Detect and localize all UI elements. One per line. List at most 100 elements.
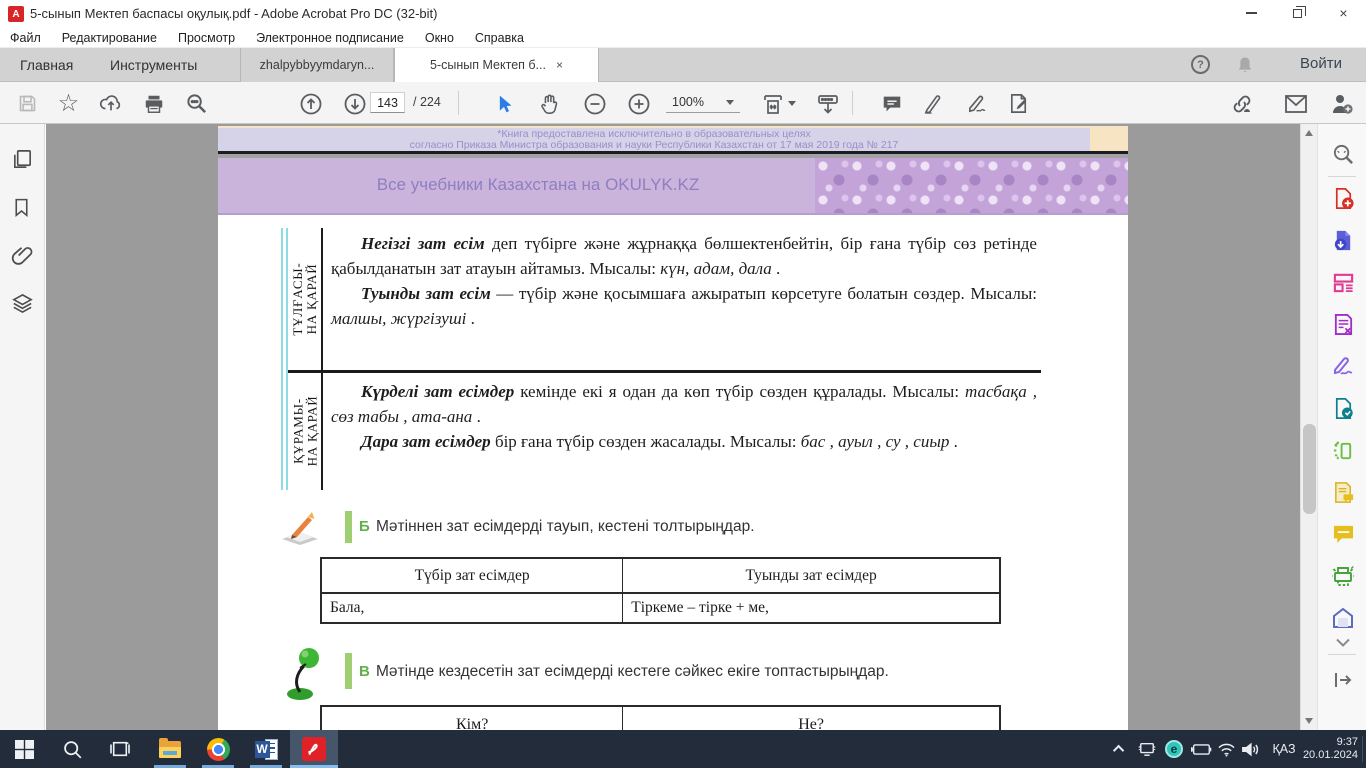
- stamp-edit-icon[interactable]: [1006, 90, 1033, 117]
- page-fit-dropdown-icon[interactable]: [758, 90, 798, 117]
- table-horizontal-rule: [288, 370, 1041, 373]
- scroll-up-arrow[interactable]: [1305, 130, 1313, 136]
- print-icon[interactable]: [140, 90, 167, 117]
- share-person-icon[interactable]: [1328, 90, 1355, 117]
- site-banner-text: Все учебники Казахстана на OKULYK.KZ: [376, 175, 700, 194]
- table-v-header-right: Не?: [798, 716, 824, 730]
- menu-file[interactable]: Файл: [10, 31, 41, 45]
- show-desktop-button[interactable]: [1362, 736, 1366, 762]
- exercise-b-letter: Б: [359, 518, 370, 535]
- tray-eset-icon[interactable]: e: [1162, 730, 1186, 768]
- menu-view[interactable]: Просмотр: [178, 31, 235, 45]
- watermark-line-2: согласно Приказа Министра образования и …: [409, 139, 899, 151]
- chevron-down-icon[interactable]: [1331, 630, 1355, 654]
- select-tool-icon[interactable]: [490, 90, 517, 117]
- search-icon[interactable]: [183, 90, 210, 117]
- close-button[interactable]: ×: [1321, 0, 1366, 26]
- save-icon[interactable]: [14, 90, 41, 117]
- menu-help[interactable]: Справка: [475, 31, 524, 45]
- help-icon[interactable]: ?: [1191, 55, 1210, 74]
- fill-sign-icon[interactable]: [964, 90, 991, 117]
- windows-taskbar: W e ҚАЗ 9:37 20.01.2024: [0, 730, 1366, 768]
- exercise-b-text: Мәтіннен зат есімдерді тауып, кестені то…: [376, 518, 755, 535]
- taskbar-search-icon[interactable]: [48, 730, 96, 768]
- menu-bar: Файл Редактирование Просмотр Электронное…: [0, 28, 1366, 48]
- exercise-b-bar: [345, 511, 352, 543]
- menu-esign[interactable]: Электронное подписание: [256, 31, 404, 45]
- zoom-out-icon[interactable]: [581, 90, 608, 117]
- share-link-icon[interactable]: [1228, 90, 1255, 117]
- tab-close-icon[interactable]: ×: [556, 58, 563, 72]
- organize-pages-icon[interactable]: [1331, 312, 1355, 336]
- search-document-icon[interactable]: [1331, 142, 1355, 166]
- convert-pdf-icon[interactable]: [1331, 396, 1355, 420]
- document-canvas[interactable]: *Книга предоставлена исключительно в обр…: [46, 124, 1300, 730]
- word-icon[interactable]: W: [242, 730, 290, 768]
- vertical-scrollbar[interactable]: [1300, 124, 1317, 730]
- document-tab-2-active[interactable]: 5-сынып Мектеп б... ×: [394, 48, 599, 82]
- menu-edit[interactable]: Редактирование: [62, 31, 157, 45]
- cloud-upload-icon[interactable]: [97, 90, 124, 117]
- next-page-icon[interactable]: [341, 90, 368, 117]
- restore-button[interactable]: [1275, 0, 1320, 26]
- scan-ocr-icon[interactable]: [1331, 564, 1355, 588]
- window-title: 5-сынып Мектеп баспасы оқулық.pdf - Adob…: [30, 6, 438, 21]
- star-favorite-icon[interactable]: ☆: [55, 90, 82, 117]
- chrome-icon[interactable]: [194, 730, 242, 768]
- email-icon[interactable]: [1282, 90, 1309, 117]
- layers-icon[interactable]: [11, 292, 34, 320]
- page-thumbnails-icon[interactable]: [11, 148, 34, 176]
- scroll-down-arrow[interactable]: [1305, 718, 1313, 724]
- sign-in-button[interactable]: Войти: [1300, 55, 1342, 72]
- collapse-panel-icon[interactable]: [1331, 668, 1355, 692]
- tray-battery-icon[interactable]: [1188, 730, 1214, 768]
- scrollbar-thumb[interactable]: [1303, 424, 1316, 514]
- fill-sign-tool-icon[interactable]: [1331, 354, 1355, 378]
- tab-home[interactable]: Главная: [20, 48, 73, 82]
- comment-icon[interactable]: [878, 90, 905, 117]
- language-indicator[interactable]: ҚАЗ: [1264, 730, 1304, 768]
- start-button[interactable]: [0, 730, 48, 768]
- tray-expand-chevron[interactable]: [1110, 730, 1130, 768]
- acrobat-window: A 5-сынып Мектеп баспасы оқулық.pdf - Ad…: [0, 0, 1366, 768]
- zoom-in-icon[interactable]: [625, 90, 652, 117]
- bookmarks-icon[interactable]: [11, 196, 32, 224]
- comment-tool-icon[interactable]: [1331, 522, 1355, 546]
- edit-pdf-icon[interactable]: [1331, 270, 1355, 294]
- hand-tool-icon[interactable]: [536, 90, 563, 117]
- create-pdf-icon[interactable]: [1331, 186, 1355, 210]
- minimize-button[interactable]: [1229, 0, 1274, 26]
- tab-tools[interactable]: Инструменты: [110, 48, 197, 82]
- title-bar: A 5-сынып Мектеп баспасы оқулық.pdf - Ad…: [0, 0, 1366, 28]
- tray-wifi-icon[interactable]: [1214, 730, 1238, 768]
- previous-page-icon[interactable]: [297, 90, 324, 117]
- menu-window[interactable]: Окно: [425, 31, 454, 45]
- reading-mode-icon[interactable]: [814, 90, 841, 117]
- who-what-table: Кім? Не?: [320, 705, 1001, 730]
- request-signature-icon[interactable]: [1331, 480, 1355, 504]
- more-tools-icon[interactable]: [1331, 606, 1355, 630]
- document-tab-2-label: 5-сынып Мектеп б...: [430, 58, 546, 72]
- clock[interactable]: 9:37 20.01.2024: [1303, 730, 1358, 768]
- attachments-paperclip-icon[interactable]: [11, 244, 34, 272]
- highlight-icon[interactable]: [920, 90, 947, 117]
- tray-volume-icon[interactable]: [1238, 730, 1262, 768]
- export-pdf-icon[interactable]: [1331, 228, 1355, 252]
- row-label-quramy: ҚҰРАМЫ- НА ҚАРАЙ: [290, 395, 320, 467]
- zoom-level-dropdown[interactable]: 100%: [666, 92, 740, 113]
- document-tab-1[interactable]: zhalpybbyymdaryn...: [240, 48, 394, 82]
- site-banner: Все учебники Казахстана на OKULYK.KZ: [218, 158, 1128, 215]
- tray-display-icon[interactable]: [1134, 730, 1160, 768]
- notifications-bell-icon[interactable]: [1236, 56, 1254, 80]
- rule-row-1-text: Негізгі зат есім деп түбірге және жұрнақ…: [331, 234, 1037, 328]
- page-number-input[interactable]: 143: [370, 92, 405, 113]
- crop-pages-icon[interactable]: [1331, 438, 1355, 462]
- main-toolbar: ☆ 143 / 224 100%: [0, 82, 1366, 124]
- document-tab-1-label: zhalpybbyymdaryn...: [259, 58, 375, 72]
- table-b-cell-left: Бала,: [322, 594, 624, 622]
- table-b-header-left: Түбір зат есімдер: [322, 559, 624, 592]
- exercise-v-text: Мәтінде кездесетін зат есімдерді кестеге…: [376, 663, 889, 680]
- acrobat-taskbar-icon[interactable]: [290, 730, 338, 768]
- file-explorer-icon[interactable]: [146, 730, 194, 768]
- task-view-icon[interactable]: [96, 730, 144, 768]
